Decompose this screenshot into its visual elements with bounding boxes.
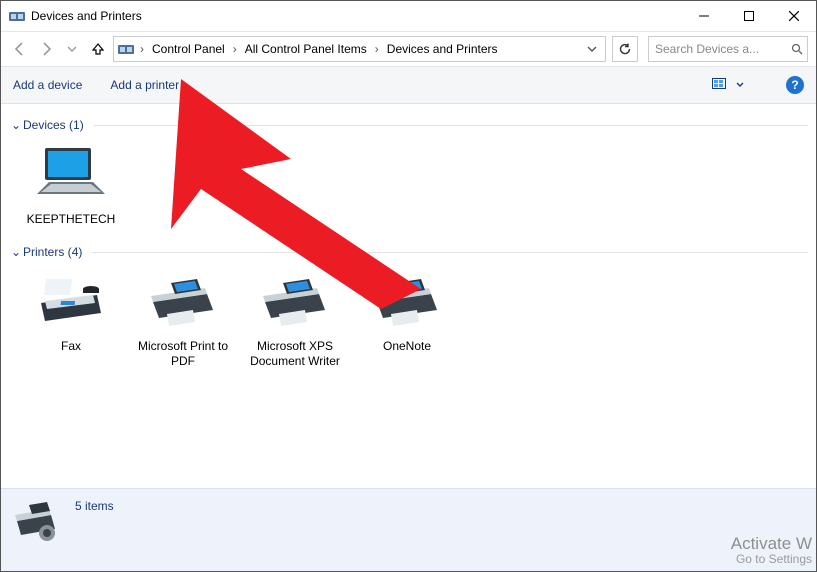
item-label: KEEPTHETECH	[27, 212, 116, 227]
command-bar: Add a device Add a printer ?	[1, 67, 816, 104]
minimize-button[interactable]	[681, 1, 726, 31]
status-bar: 5 items Activate W Go to Settings	[1, 488, 816, 571]
group-count: 1	[73, 118, 80, 132]
window-icon	[9, 8, 25, 24]
recent-locations-button[interactable]	[61, 38, 83, 60]
search-box[interactable]	[648, 36, 808, 62]
window-title: Devices and Printers	[31, 9, 142, 23]
titlebar: Devices and Printers	[1, 1, 816, 32]
up-button[interactable]	[87, 38, 109, 60]
status-icon	[13, 497, 61, 545]
close-button[interactable]	[771, 1, 816, 31]
activate-windows-watermark: Activate W Go to Settings	[731, 534, 812, 567]
group-header-printers[interactable]: ⌄ Printers (4)	[9, 245, 808, 259]
group-header-devices[interactable]: ⌄ Devices (1)	[9, 118, 808, 132]
laptop-icon	[31, 142, 111, 206]
help-button[interactable]: ?	[786, 76, 804, 94]
group-count: 4	[72, 245, 79, 259]
view-options-button[interactable]	[712, 78, 744, 92]
refresh-button[interactable]	[612, 36, 638, 62]
chevron-down-icon: ⌄	[9, 118, 23, 132]
group-label: Printers	[23, 245, 64, 259]
forward-button[interactable]	[35, 38, 57, 60]
breadcrumb-sep-icon: ›	[373, 42, 381, 56]
fax-icon	[31, 269, 111, 333]
add-device-button[interactable]: Add a device	[13, 78, 82, 92]
content-area: ⌄ Devices (1) KEEPTHETECH ⌄	[1, 104, 816, 488]
printer-item[interactable]: Microsoft Print to PDF	[127, 263, 239, 379]
breadcrumb-sep-icon: ›	[138, 42, 146, 56]
chevron-down-icon: ⌄	[9, 245, 23, 259]
breadcrumb-item[interactable]: Devices and Printers	[385, 42, 500, 56]
breadcrumb-sep-icon: ›	[231, 42, 239, 56]
maximize-button[interactable]	[726, 1, 771, 31]
address-bar[interactable]: › Control Panel › All Control Panel Item…	[113, 36, 606, 62]
address-dropdown-button[interactable]	[583, 40, 601, 58]
breadcrumb-item[interactable]: Control Panel	[150, 42, 227, 56]
back-button[interactable]	[9, 38, 31, 60]
printer-item[interactable]: Fax	[15, 263, 127, 379]
printer-item[interactable]: Microsoft XPS Document Writer	[239, 263, 351, 379]
window: Devices and Printers › Co	[0, 0, 817, 572]
printer-icon	[143, 269, 223, 333]
group-label: Devices	[23, 118, 66, 132]
add-printer-button[interactable]: Add a printer	[110, 78, 179, 92]
status-items-count: 5 items	[75, 499, 114, 513]
printer-icon	[255, 269, 335, 333]
item-label: Microsoft Print to PDF	[129, 339, 237, 369]
printer-item[interactable]: OneNote	[351, 263, 463, 379]
chevron-down-icon	[736, 81, 744, 89]
breadcrumb-item[interactable]: All Control Panel Items	[243, 42, 369, 56]
navigation-bar: › Control Panel › All Control Panel Item…	[1, 32, 816, 67]
search-icon	[791, 43, 803, 55]
search-input[interactable]	[653, 41, 791, 57]
group-items-printers: Fax Microsoft Print to PDF	[15, 263, 808, 379]
device-item[interactable]: KEEPTHETECH	[15, 136, 127, 237]
address-icon	[118, 41, 134, 57]
item-label: Microsoft XPS Document Writer	[241, 339, 349, 369]
group-items-devices: KEEPTHETECH	[15, 136, 808, 237]
item-label: OneNote	[383, 339, 431, 354]
item-label: Fax	[61, 339, 81, 354]
printer-icon	[367, 269, 447, 333]
